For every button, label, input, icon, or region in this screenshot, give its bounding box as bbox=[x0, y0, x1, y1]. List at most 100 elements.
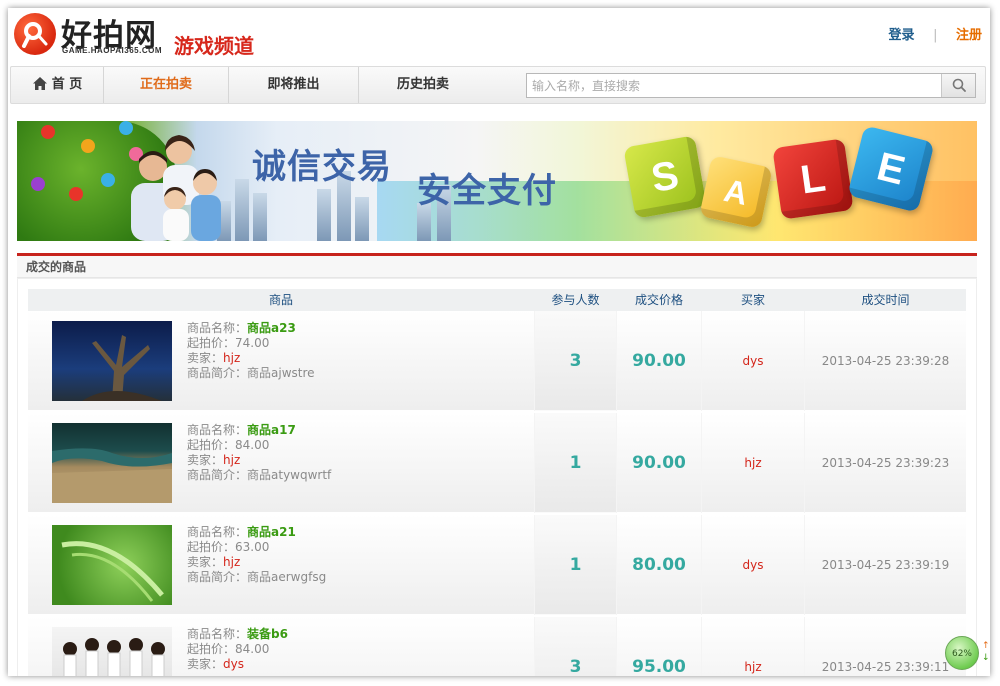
participant-count: 3 bbox=[534, 617, 617, 676]
product-intro: 商品atywqwrtf bbox=[247, 468, 332, 482]
family-photo bbox=[131, 135, 221, 241]
product-thumbnail[interactable] bbox=[52, 423, 172, 503]
city-building bbox=[235, 179, 249, 241]
buyer-name: hjz bbox=[701, 413, 805, 513]
product-info: 商品名称：商品a23 起拍价：74.00 卖家：hjz 商品简介：商品ajwst… bbox=[187, 321, 315, 381]
sale-cube-a: A bbox=[699, 155, 773, 229]
buyer-name: dys bbox=[701, 515, 805, 615]
deal-time: 2013-04-25 23:39:23 bbox=[821, 456, 950, 470]
participant-count: 1 bbox=[534, 413, 617, 513]
product-info: 商品名称：商品a17 起拍价：84.00 卖家：hjz 商品简介：商品atywq… bbox=[187, 423, 331, 483]
product-intro: 商品ajwstre bbox=[247, 366, 315, 380]
seller-name: hjz bbox=[223, 555, 241, 569]
main-nav: 首 页 正在拍卖 即将推出 历史拍卖 bbox=[10, 66, 986, 104]
banner-slogan-1: 诚信交易 bbox=[252, 147, 392, 187]
deal-time: 2013-04-25 23:39:19 bbox=[821, 558, 950, 572]
sale-cube-s: S bbox=[623, 135, 707, 219]
intro-label: 商品简介： bbox=[187, 468, 248, 482]
buyer-name: dys bbox=[701, 311, 805, 411]
product-intro: 商品aerwgfsg bbox=[247, 570, 327, 584]
product-thumbnail[interactable] bbox=[52, 627, 172, 676]
deals-table: 商品 参与人数 成交价格 买家 成交时间 商品名称：商品a23 起拍价：74.0… bbox=[17, 278, 977, 676]
logo-icon[interactable] bbox=[14, 13, 56, 55]
banner-slogan-2: 安全支付 bbox=[417, 171, 557, 211]
table-row[interactable]: 商品名称：商品a21 起拍价：63.00 卖家：hjz 商品简介：商品aerwg… bbox=[28, 515, 966, 615]
fruit-dot bbox=[81, 139, 95, 153]
speed-widget-arrows: ↑ ↓ bbox=[982, 640, 990, 664]
product-thumbnail[interactable] bbox=[52, 525, 172, 605]
channel-title: 游戏频道 bbox=[174, 34, 254, 58]
deal-price: 90.00 bbox=[632, 351, 686, 371]
col-product: 商品 bbox=[268, 293, 293, 307]
nav-home-label: 首 页 bbox=[51, 77, 83, 92]
start-price-label: 起拍价： bbox=[187, 642, 236, 656]
nav-coming-soon[interactable]: 即将推出 bbox=[229, 67, 359, 103]
upload-arrow-icon: ↑ bbox=[982, 641, 990, 651]
start-price: 84.00 bbox=[235, 642, 270, 656]
search-box bbox=[526, 73, 976, 98]
city-building bbox=[253, 193, 267, 241]
product-name[interactable]: 装备b6 bbox=[247, 627, 288, 641]
seller-label: 卖家： bbox=[187, 351, 224, 365]
city-building bbox=[317, 189, 331, 241]
start-price: 63.00 bbox=[235, 540, 270, 554]
seller-name: hjz bbox=[223, 453, 241, 467]
fruit-dot bbox=[101, 173, 115, 187]
sale-cube-l: L bbox=[772, 138, 854, 220]
product-name[interactable]: 商品a23 bbox=[247, 321, 296, 335]
start-price: 84.00 bbox=[235, 438, 270, 452]
register-link[interactable]: 注册 bbox=[956, 28, 982, 43]
seller-label: 卖家： bbox=[187, 555, 224, 569]
search-icon bbox=[952, 78, 966, 92]
table-row[interactable]: 商品名称：装备b6 起拍价：84.00 卖家：dys 3 95.00 hjz 2… bbox=[28, 617, 966, 676]
seller-name: hjz bbox=[223, 351, 241, 365]
fruit-dot bbox=[41, 125, 55, 139]
fruit-dot bbox=[31, 177, 45, 191]
intro-label: 商品简介： bbox=[187, 570, 248, 584]
name-label: 商品名称： bbox=[187, 525, 248, 539]
participant-count: 1 bbox=[534, 515, 617, 615]
product-name[interactable]: 商品a17 bbox=[247, 423, 296, 437]
table-row[interactable]: 商品名称：商品a23 起拍价：74.00 卖家：hjz 商品简介：商品ajwst… bbox=[28, 311, 966, 411]
start-price-label: 起拍价： bbox=[187, 540, 236, 554]
page-window: 好拍网 GAME.HAOPAI365.COM 游戏频道 登录 | 注册 首 页 … bbox=[8, 8, 990, 676]
deal-time: 2013-04-25 23:39:11 bbox=[821, 660, 950, 674]
col-deal-price: 成交价格 bbox=[634, 293, 683, 307]
participant-count: 3 bbox=[534, 311, 617, 411]
product-thumbnail[interactable] bbox=[52, 321, 172, 401]
download-arrow-icon: ↓ bbox=[982, 653, 990, 663]
col-participants: 参与人数 bbox=[551, 293, 600, 307]
search-input[interactable] bbox=[527, 74, 941, 97]
col-deal-time: 成交时间 bbox=[861, 293, 910, 307]
account-links: 登录 | 注册 bbox=[889, 24, 982, 43]
section-title: 成交的商品 bbox=[17, 256, 977, 278]
seller-name: dys bbox=[223, 657, 244, 671]
name-label: 商品名称： bbox=[187, 321, 248, 335]
name-label: 商品名称： bbox=[187, 627, 248, 641]
home-icon bbox=[32, 70, 48, 106]
deal-time: 2013-04-25 23:39:28 bbox=[821, 354, 950, 368]
start-price-label: 起拍价： bbox=[187, 438, 236, 452]
col-buyer: 买家 bbox=[740, 293, 765, 307]
deal-price: 95.00 bbox=[632, 657, 686, 676]
nav-history[interactable]: 历史拍卖 bbox=[359, 67, 487, 103]
table-row[interactable]: 商品名称：商品a17 起拍价：84.00 卖家：hjz 商品简介：商品atywq… bbox=[28, 413, 966, 513]
city-building bbox=[355, 197, 369, 241]
search-button[interactable] bbox=[941, 74, 975, 97]
fruit-dot bbox=[69, 187, 83, 201]
nav-on-auction[interactable]: 正在拍卖 bbox=[104, 67, 229, 103]
product-name[interactable]: 商品a21 bbox=[247, 525, 296, 539]
promo-banner[interactable]: 诚信交易 安全支付 S A L E bbox=[17, 121, 977, 241]
intro-label: 商品简介： bbox=[187, 366, 248, 380]
deal-price: 80.00 bbox=[632, 555, 686, 575]
logo-domain: GAME.HAOPAI365.COM bbox=[62, 46, 162, 55]
seller-label: 卖家： bbox=[187, 453, 224, 467]
speed-widget[interactable]: 62% bbox=[945, 636, 979, 670]
product-info: 商品名称：商品a21 起拍价：63.00 卖家：hjz 商品简介：商品aerwg… bbox=[187, 525, 326, 585]
login-link[interactable]: 登录 bbox=[889, 28, 915, 43]
nav-home[interactable]: 首 页 bbox=[11, 67, 104, 103]
site-header: 好拍网 GAME.HAOPAI365.COM 游戏频道 登录 | 注册 bbox=[8, 8, 990, 66]
buyer-name: hjz bbox=[701, 617, 805, 676]
deal-price: 90.00 bbox=[632, 453, 686, 473]
start-price: 74.00 bbox=[235, 336, 270, 350]
